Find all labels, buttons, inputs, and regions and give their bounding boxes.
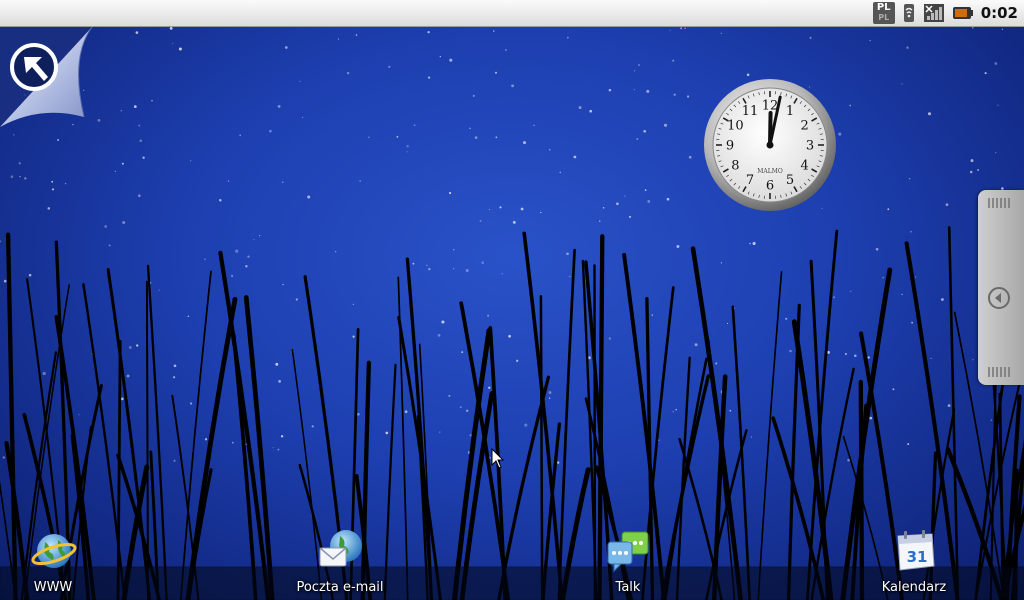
input-method-sub: PL [878, 13, 890, 22]
handle-grip-top [988, 198, 1012, 208]
status-icons: PL PL 0:02 [872, 0, 1018, 26]
clock-numeral: 11 [742, 104, 759, 119]
wifi-icon [901, 2, 917, 24]
shortcut-calendar[interactable]: 31 Kalendarz [859, 528, 969, 600]
clock-numeral: 7 [746, 173, 754, 188]
arrow-up-left-icon [10, 43, 58, 91]
browser-globe-icon [31, 534, 77, 568]
shortcut-talk[interactable]: Talk [573, 528, 683, 600]
status-clock: 0:02 [980, 4, 1018, 22]
calendar-day: 31 [907, 548, 928, 566]
page-curl-launcher[interactable] [0, 26, 96, 127]
input-method-label: PL [876, 2, 891, 13]
shortcut-label: WWW [33, 580, 73, 595]
wallpaper-art [0, 27, 1024, 600]
clock-numeral: 2 [800, 119, 808, 134]
app-drawer-handle[interactable] [978, 190, 1024, 385]
battery-icon [951, 2, 973, 24]
clock-numeral: 6 [766, 179, 774, 194]
clock-brand: MALMO [757, 168, 783, 175]
wallpaper [0, 27, 1024, 600]
handle-grip-bottom [988, 367, 1012, 377]
android-home-screen: PL PL 0:02 12 1 2 3 4 5 6 7 8 9 10 11 MA… [0, 0, 1024, 600]
clock-numeral: 5 [786, 173, 794, 188]
talk-chat-icon [607, 531, 649, 573]
email-icon [319, 530, 362, 567]
clock-numeral: 1 [786, 104, 794, 119]
calendar-icon: 31 [897, 530, 935, 571]
clock-numeral: 10 [727, 119, 744, 134]
clock-numeral: 3 [806, 139, 814, 154]
analog-clock-widget[interactable]: 12 1 2 3 4 5 6 7 8 9 10 11 MALMO [703, 78, 837, 212]
mouse-pointer-icon [491, 448, 505, 469]
shortcut-label: Poczta e-mail [296, 580, 384, 595]
status-bar[interactable]: PL PL 0:02 [0, 0, 1024, 27]
shortcut-label: Kalendarz [881, 580, 947, 595]
keyboard-pl-icon: PL PL [872, 2, 895, 24]
signal-icon [923, 2, 945, 24]
shortcut-www[interactable]: WWW [0, 528, 108, 600]
chevron-left-icon [988, 287, 1010, 309]
clock-numeral: 4 [800, 159, 808, 174]
shortcut-label: Talk [615, 580, 641, 595]
clock-numeral: 8 [731, 159, 739, 174]
shortcut-email[interactable]: Poczta e-mail [285, 528, 395, 600]
clock-numeral: 9 [726, 139, 734, 154]
